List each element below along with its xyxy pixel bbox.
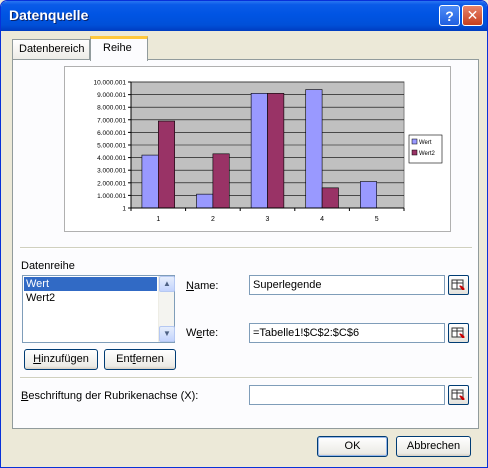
values-label-pre: W	[186, 327, 197, 339]
separator-top	[20, 247, 472, 249]
tab-reihe-label: Reihe	[103, 42, 132, 54]
chevron-up-icon: ▲	[163, 279, 171, 288]
category-axis-label: Beschriftung der Rubrikenachse (X):	[21, 390, 198, 402]
category-axis-input[interactable]	[249, 385, 445, 405]
bar-wert	[141, 154, 159, 209]
series-list-scrollbar[interactable]: ▲ ▼	[158, 276, 175, 342]
bar-wert2	[212, 153, 230, 209]
y-tick-label: 9.000.001	[97, 92, 126, 99]
x-tick-label: 4	[320, 216, 324, 223]
range-select-icon	[451, 327, 465, 338]
x-tick-label: 1	[156, 216, 160, 223]
y-tick-label: 3.000.001	[97, 168, 126, 175]
close-icon: ✕	[466, 7, 479, 23]
name-accesskey: N	[186, 280, 194, 292]
legend-swatch	[411, 138, 418, 145]
range-select-icon	[451, 279, 465, 290]
legend-swatch	[411, 149, 418, 156]
cancel-button[interactable]: Abbrechen	[396, 436, 471, 457]
bar-wert	[250, 93, 268, 209]
series-item-label: Wert2	[26, 292, 56, 304]
x-tick-label: 5	[375, 216, 379, 223]
scroll-down-button[interactable]: ▼	[159, 326, 175, 342]
add-series-button[interactable]: Hinzufügen	[24, 349, 98, 370]
series-item-label: Wert	[26, 278, 50, 290]
scroll-up-button[interactable]: ▲	[159, 276, 175, 292]
remove-series-label-pre: Ent	[116, 353, 133, 365]
y-tick-label: 5.000.001	[97, 143, 126, 150]
bar-chart: 10.000.001 9.000.001 8.000.001 7.000.001 6.0…	[93, 80, 443, 223]
help-button[interactable]: ?	[439, 5, 460, 26]
bar-wert	[305, 89, 323, 209]
chart-preview: 10.000.001 9.000.001 8.000.001 7.000.001 6.0…	[64, 66, 451, 232]
ok-button[interactable]: OK	[317, 436, 388, 457]
y-tick-label: 2.000.001	[97, 180, 126, 187]
x-tick-label: 2	[211, 216, 215, 223]
values-collapse-button[interactable]	[448, 323, 469, 343]
y-tick-label: 6.000.001	[97, 130, 126, 137]
bar-wert	[196, 193, 214, 209]
name-collapse-button[interactable]	[448, 275, 469, 295]
close-button[interactable]: ✕	[462, 5, 483, 26]
list-item[interactable]: Wert	[24, 277, 157, 291]
series-list-label: Datenreihe	[21, 260, 75, 272]
series-listbox[interactable]: Wert Wert2 ▲ ▼	[22, 275, 175, 343]
bar-wert2	[321, 187, 339, 209]
legend-label: Wert	[419, 140, 432, 146]
tab-panel-reihe: 10.000.001 9.000.001 8.000.001 7.000.001 6.0…	[12, 59, 479, 429]
dialog-window: Datenquelle ? ✕ Datenbereich Reihe 10.00…	[0, 0, 488, 468]
y-tick-label: 8.000.001	[97, 105, 126, 112]
list-item[interactable]: Wert2	[24, 291, 157, 305]
help-icon: ?	[445, 7, 454, 24]
legend-label: Wert2	[419, 151, 436, 157]
category-label-post: eschriftung der Rubrikenachse (X):	[28, 390, 199, 402]
separator-bottom	[20, 377, 472, 379]
x-tick-label: 3	[266, 216, 270, 223]
dialog-title: Datenquelle	[9, 7, 89, 23]
y-tick-label: 7.000.001	[97, 117, 126, 124]
y-tick-label: 4.000.001	[97, 155, 126, 162]
bar-wert2	[267, 93, 285, 209]
name-label-post: ame:	[193, 280, 219, 292]
remove-series-label-post: ernen	[135, 353, 164, 365]
tab-datenbereich[interactable]: Datenbereich	[12, 39, 90, 60]
bar-wert	[360, 181, 378, 209]
name-input[interactable]: Superlegende	[249, 275, 445, 295]
tab-datenbereich-label: Datenbereich	[19, 43, 85, 55]
bar-wert2	[158, 120, 175, 209]
values-input[interactable]: =Tabelle1!$C$2:$C$6	[249, 323, 445, 343]
add-series-label-post: inzufügen	[41, 353, 89, 365]
y-tick-label: 10.000.001	[93, 80, 126, 87]
tab-reihe[interactable]: Reihe	[90, 36, 148, 61]
y-tick-label: 1	[122, 206, 126, 213]
values-label-post: rte:	[202, 327, 219, 339]
y-tick-label: 1.000.001	[97, 193, 126, 200]
add-series-accesskey: H	[33, 353, 42, 365]
range-select-icon	[451, 389, 465, 400]
values-field-label: Werte:	[186, 327, 218, 339]
name-field-label: Name:	[186, 280, 218, 292]
title-bar[interactable]: Datenquelle ? ✕	[1, 1, 487, 31]
category-collapse-button[interactable]	[448, 385, 469, 405]
chevron-down-icon: ▼	[163, 329, 171, 338]
remove-series-button[interactable]: Entfernen	[104, 349, 176, 370]
